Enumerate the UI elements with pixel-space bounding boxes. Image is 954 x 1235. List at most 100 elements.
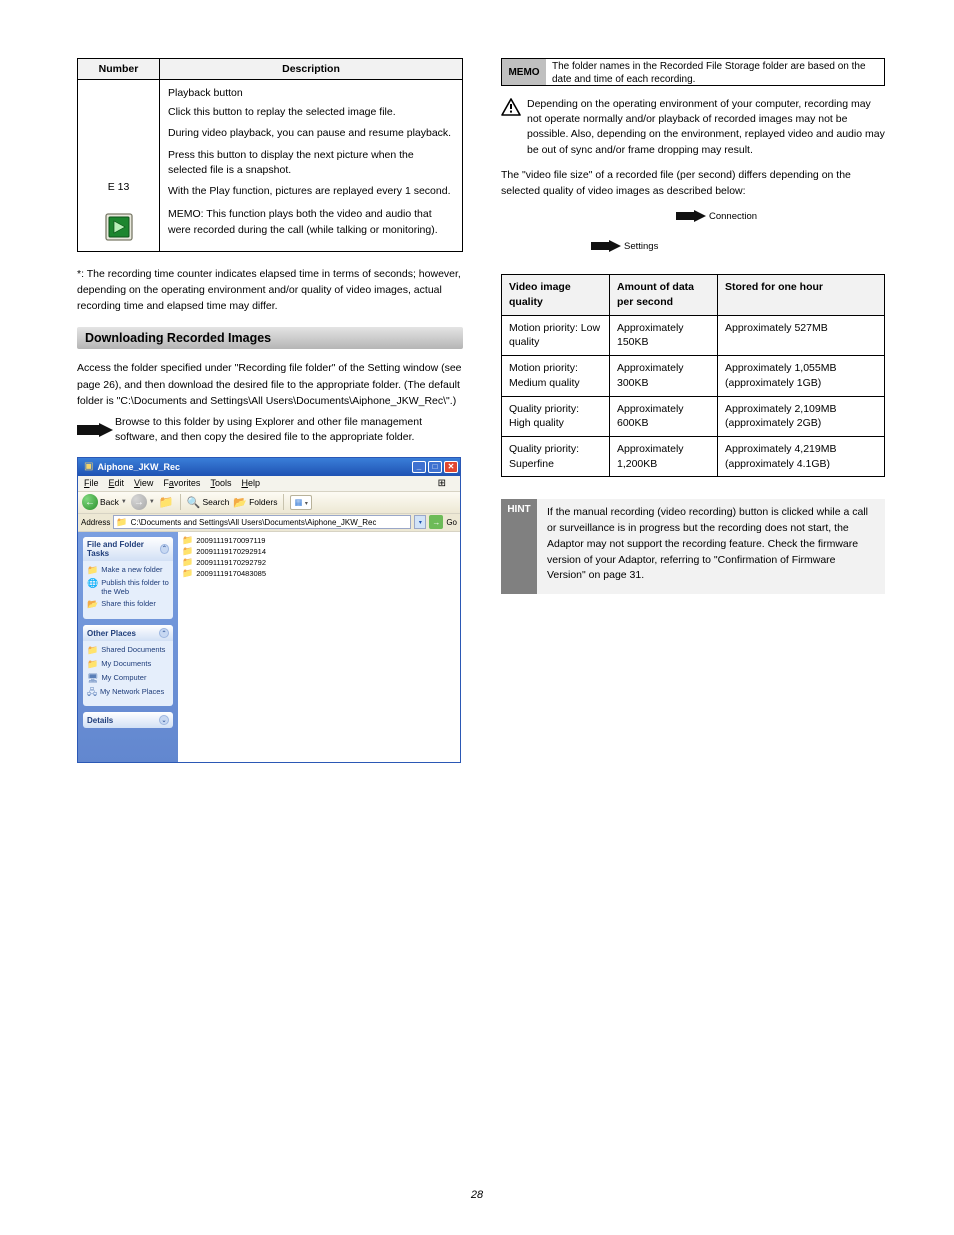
place-shared-docs[interactable]: 📁Shared Documents bbox=[87, 645, 169, 656]
folder-icon: 📁 bbox=[116, 517, 127, 528]
forward-button[interactable]: → ▼ bbox=[131, 494, 155, 510]
explorer-file-list: 📁20091119170097119 📁20091119170292914 📁2… bbox=[178, 532, 460, 762]
folder-glyph-icon: ▣ bbox=[84, 461, 93, 472]
desc-title: Playback button bbox=[168, 86, 454, 101]
list-item[interactable]: 📁20091119170097119 bbox=[182, 535, 456, 546]
list-item[interactable]: 📁20091119170292792 bbox=[182, 557, 456, 568]
address-label: Address bbox=[81, 518, 110, 527]
close-button[interactable]: ✕ bbox=[444, 461, 458, 473]
hint-callout: HINT If the manual recording (video reco… bbox=[501, 499, 885, 594]
th-number: Number bbox=[78, 59, 160, 80]
explorer-menubar: File Edit View Favorites Tools Help ⊞ bbox=[78, 476, 460, 492]
memo-text: The folder names in the Recorded File St… bbox=[546, 59, 884, 85]
th-description: Description bbox=[160, 59, 463, 80]
folder-icon: 📁 bbox=[182, 557, 193, 568]
desc-line4: With the Play function, pictures are rep… bbox=[168, 184, 454, 199]
menu-view[interactable]: View bbox=[134, 478, 153, 488]
menu-file[interactable]: File bbox=[84, 478, 99, 488]
menu-favorites[interactable]: Favorites bbox=[163, 478, 200, 488]
explorer-window: ▣ Aiphone_JKW_Rec _ □ ✕ File Edit View F… bbox=[77, 457, 461, 763]
search-icon: 🔍 bbox=[187, 496, 201, 509]
tasks-panel: File and Folder Tasks ⌃ 📁Make a new fold… bbox=[83, 537, 173, 620]
go-button[interactable]: → bbox=[429, 515, 443, 529]
minimize-button[interactable]: _ bbox=[412, 461, 426, 473]
dropdown-icon[interactable]: ▼ bbox=[121, 499, 127, 505]
address-input[interactable]: 📁 C:\Documents and Settings\All Users\Do… bbox=[113, 515, 411, 529]
table-row: Motion priority: Medium quality Approxim… bbox=[502, 356, 885, 396]
details-panel: Details ⌄ bbox=[83, 712, 173, 728]
maximize-button[interactable]: □ bbox=[428, 461, 442, 473]
places-panel: Other Places ⌃ 📁Shared Documents 📁My Doc… bbox=[83, 625, 173, 706]
cell-description: Playback button Click this button to rep… bbox=[160, 80, 463, 252]
back-label: Back bbox=[100, 497, 119, 507]
views-icon: ▦ bbox=[294, 497, 302, 507]
toolbar-separator bbox=[180, 494, 181, 510]
folder-icon: 📁 bbox=[182, 535, 193, 546]
th-quality: Video image quality bbox=[502, 275, 610, 315]
place-network[interactable]: 🖧My Network Places bbox=[87, 687, 169, 698]
explorer-titlebar[interactable]: ▣ Aiphone_JKW_Rec _ □ ✕ bbox=[78, 458, 460, 476]
menu-edit[interactable]: Edit bbox=[109, 478, 125, 488]
place-my-docs[interactable]: 📁My Documents bbox=[87, 659, 169, 670]
arrow-icon bbox=[676, 210, 706, 222]
toolbar-separator bbox=[283, 494, 284, 510]
menu-help[interactable]: Help bbox=[241, 478, 260, 488]
number-label: E 13 bbox=[108, 181, 130, 193]
search-label: Search bbox=[202, 497, 229, 507]
page-number: 28 bbox=[0, 1189, 954, 1201]
hint-label: HINT bbox=[501, 499, 537, 594]
address-dropdown[interactable]: ▾ bbox=[414, 515, 426, 529]
address-path: C:\Documents and Settings\All Users\Docu… bbox=[131, 518, 377, 527]
folders-label: Folders bbox=[249, 497, 277, 507]
search-button[interactable]: 🔍 Search bbox=[187, 496, 230, 509]
tasks-panel-title: File and Folder Tasks bbox=[87, 540, 160, 558]
downloading-paragraph: Access the folder specified under "Recor… bbox=[77, 360, 463, 409]
back-button[interactable]: ← Back ▼ bbox=[82, 494, 127, 510]
browse-instruction: Browse to this folder by using Explorer … bbox=[115, 415, 463, 444]
table-row: Motion priority: Low quality Approximate… bbox=[502, 315, 885, 355]
place-my-computer[interactable]: 🖥My Computer bbox=[87, 673, 169, 684]
collapse-icon[interactable]: ⌃ bbox=[160, 544, 169, 554]
navigation-steps: Connection Settings bbox=[501, 206, 885, 270]
explorer-toolbar: ← Back ▼ → ▼ 📁 🔍 Search 📂 Folders bbox=[78, 492, 460, 514]
windows-logo-icon: ⊞ bbox=[438, 478, 446, 489]
back-arrow-icon: ← bbox=[82, 494, 98, 510]
desc-memo: MEMO: This function plays both the video… bbox=[168, 207, 454, 237]
dropdown-icon[interactable]: ▼ bbox=[149, 499, 155, 505]
task-new-folder[interactable]: 📁Make a new folder bbox=[87, 565, 169, 576]
folder-icon: 📁 bbox=[182, 568, 193, 579]
details-panel-title: Details bbox=[87, 716, 113, 725]
warning-text: Depending on the operating environment o… bbox=[527, 97, 885, 158]
go-label: Go bbox=[446, 518, 457, 527]
views-button[interactable]: ▦ ▾ bbox=[290, 495, 311, 510]
places-panel-title: Other Places bbox=[87, 629, 136, 638]
folder-icon: 📁 bbox=[87, 659, 98, 670]
up-folder-icon[interactable]: 📁 bbox=[159, 495, 174, 509]
th-per-hour: Stored for one hour bbox=[718, 275, 885, 315]
video-size-intro: The "video file size" of a recorded file… bbox=[501, 168, 885, 200]
explorer-sidebar: File and Folder Tasks ⌃ 📁Make a new fold… bbox=[78, 532, 178, 762]
task-share[interactable]: 📂Share this folder bbox=[87, 599, 169, 610]
share-icon: 📂 bbox=[87, 599, 98, 610]
menu-tools[interactable]: Tools bbox=[210, 478, 231, 488]
table-row: Quality priority: High quality Approxima… bbox=[502, 396, 885, 436]
window-title: Aiphone_JKW_Rec bbox=[97, 462, 410, 472]
expand-icon[interactable]: ⌄ bbox=[159, 715, 169, 725]
publish-icon: 🌐 bbox=[87, 578, 98, 589]
list-item[interactable]: 📁20091119170292914 bbox=[182, 546, 456, 557]
warning-icon bbox=[501, 98, 521, 116]
th-per-second: Amount of data per second bbox=[610, 275, 718, 315]
folders-button[interactable]: 📂 Folders bbox=[233, 496, 277, 509]
task-publish[interactable]: 🌐Publish this folder to the Web bbox=[87, 578, 169, 596]
folder-icon: 📁 bbox=[182, 546, 193, 557]
cell-number: E 13 bbox=[78, 80, 160, 252]
list-item[interactable]: 📁20091119170483085 bbox=[182, 568, 456, 579]
hint-text: If the manual recording (video recording… bbox=[537, 499, 885, 594]
collapse-icon[interactable]: ⌃ bbox=[159, 628, 169, 638]
video-quality-table: Video image quality Amount of data per s… bbox=[501, 274, 885, 477]
playback-button-table: Number Description E 13 Playba bbox=[77, 58, 463, 252]
desc-line1: Click this button to replay the selected… bbox=[168, 105, 454, 120]
desc-line3: Press this button to display the next pi… bbox=[168, 148, 454, 178]
play-icon bbox=[105, 213, 133, 241]
folder-icon: 📁 bbox=[87, 645, 98, 656]
